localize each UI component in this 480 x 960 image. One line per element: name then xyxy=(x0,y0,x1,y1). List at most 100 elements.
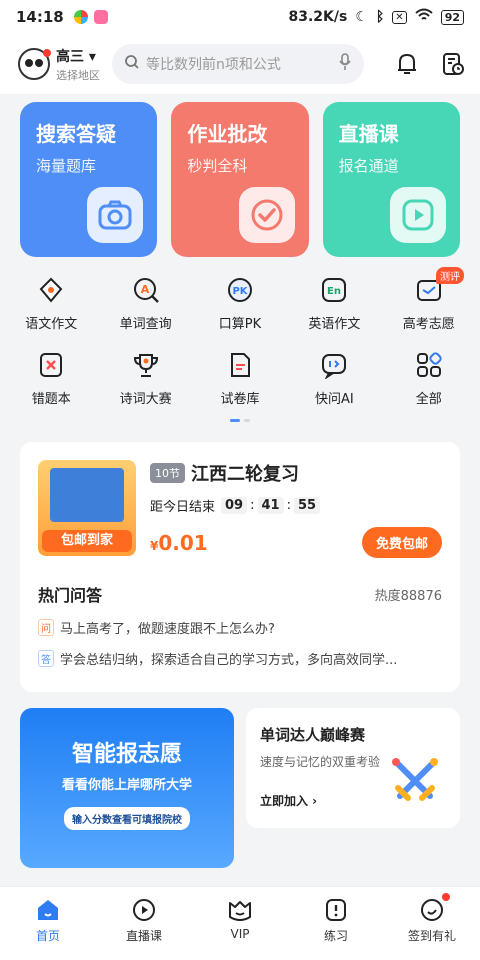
grid-label: 全部 xyxy=(415,392,442,407)
grid-item-quick-ai[interactable]: 快问AI xyxy=(287,348,381,407)
tab-label: 签到有礼 xyxy=(407,929,456,943)
avatar-panda-icon[interactable] xyxy=(18,48,51,80)
search-input[interactable]: 等比数列前n项和公式 xyxy=(112,44,364,84)
search-answer-card[interactable]: 搜索答疑 海量题库 xyxy=(20,102,158,257)
word-search-icon: A xyxy=(129,273,163,307)
live-icon xyxy=(133,899,155,921)
card-title: 直播课 xyxy=(338,122,399,146)
course-title: 江西二轮复习 xyxy=(191,464,299,485)
gift-notification-icon xyxy=(93,10,108,24)
tab-label: 直播课 xyxy=(125,929,162,943)
grid-item-poetry-contest[interactable]: 诗词大赛 xyxy=(98,348,192,407)
free-shipping-label: 包邮到家 xyxy=(42,530,132,552)
svg-text:A: A xyxy=(140,283,149,296)
grid-label: 快问AI xyxy=(315,392,354,407)
countdown-seconds: 55 xyxy=(293,497,321,514)
card-title: 搜索答疑 xyxy=(36,122,116,146)
tab-vip[interactable]: VIP xyxy=(192,887,288,960)
qa-question[interactable]: 问 马上高考了，做题速度跟不上怎么办? xyxy=(38,618,442,637)
svg-text:En: En xyxy=(327,286,341,297)
homework-check-card[interactable]: 作业批改 秒判全科 xyxy=(171,102,309,257)
tab-live[interactable]: 直播课 xyxy=(96,887,192,960)
card-subtitle: 海量题库 xyxy=(36,157,97,175)
answer-text: 学会总结归纳，探索适合自己的学习方式，多向高效同学... xyxy=(60,653,398,668)
ai-chat-icon xyxy=(317,348,351,382)
course-cover-image: 包邮到家 xyxy=(38,460,136,556)
camera-icon xyxy=(87,187,144,243)
grade-selector[interactable]: 高三 ▾ 选择地区 xyxy=(56,46,100,83)
grid-label: 错题本 xyxy=(31,392,71,407)
vip-icon xyxy=(229,901,251,921)
trophy-icon xyxy=(129,348,163,382)
banner-title: 智能报志愿 xyxy=(71,742,182,767)
pk-icon: PK xyxy=(223,273,257,307)
grid-item-chinese-essay[interactable]: 语文作文 xyxy=(4,273,98,332)
tab-label: VIP xyxy=(230,927,250,941)
course-price: ¥0.01 xyxy=(150,531,208,555)
free-shipping-button[interactable]: 免费包邮 xyxy=(361,527,442,558)
heat-value: 热度88876 xyxy=(374,588,442,604)
play-icon xyxy=(389,187,446,243)
course-promo[interactable]: 包邮到家 10节 江西二轮复习 距今日结束 09: 41: 55 ¥0.01 免… xyxy=(38,460,442,558)
live-class-card[interactable]: 直播课 报名通道 xyxy=(322,102,460,257)
college-application-banner[interactable]: 智能报志愿 看看你能上岸哪所大学 输入分数查看可填报院校 xyxy=(20,708,234,868)
search-icon xyxy=(124,54,140,74)
network-speed: 83.2K/s xyxy=(288,9,348,25)
bottom-tab-bar: 首页 直播课 VIP 练习 签到有礼 xyxy=(0,886,480,960)
app-notification-icon xyxy=(73,10,88,24)
grid-label: 语文作文 xyxy=(25,317,78,332)
home-icon xyxy=(38,900,58,920)
bell-icon[interactable] xyxy=(394,51,420,77)
grid-item-mental-math[interactable]: PK 口算PK xyxy=(193,273,287,332)
countdown-minutes: 41 xyxy=(257,497,284,514)
check-icon xyxy=(238,187,295,243)
tab-label: 首页 xyxy=(35,929,60,943)
crossed-swords-icon xyxy=(388,754,442,812)
answer-tag: 答 xyxy=(38,650,54,667)
tab-practice[interactable]: 练习 xyxy=(288,887,384,960)
region-hint: 选择地区 xyxy=(56,68,100,82)
question-text: 马上高考了，做题速度跟不上怎么办? xyxy=(60,622,275,637)
battery-indicator: 92 xyxy=(440,9,464,25)
history-icon[interactable] xyxy=(440,51,466,77)
feature-grid: 语文作文 A 单词查询 PK 口算PK En 英语作文 测评 高考志愿 错题本 … xyxy=(0,257,480,407)
grid-label: 高考志愿 xyxy=(402,317,455,332)
grid-label: 口算PK xyxy=(218,317,262,332)
contest-title: 单词达人巅峰赛 xyxy=(260,726,366,744)
countdown: 距今日结束 09: 41: 55 xyxy=(150,496,442,515)
all-grid-icon xyxy=(412,348,446,382)
promo-card: 包邮到家 10节 江西二轮复习 距今日结束 09: 41: 55 ¥0.01 免… xyxy=(20,442,460,692)
tab-checkin[interactable]: 签到有礼 xyxy=(384,887,480,960)
caret-down-icon: ▾ xyxy=(88,48,96,65)
top-header: 高三 ▾ 选择地区 等比数列前n项和公式 xyxy=(0,34,480,94)
card-subtitle: 报名通道 xyxy=(338,157,399,175)
tab-home[interactable]: 首页 xyxy=(0,887,96,960)
tab-label: 练习 xyxy=(323,929,348,943)
word-contest-card[interactable]: 单词达人巅峰赛 速度与记忆的双重考验 立即加入 › xyxy=(246,708,460,828)
grid-item-all[interactable]: 全部 xyxy=(382,348,476,407)
pen-nib-icon xyxy=(34,273,68,307)
wrong-book-icon xyxy=(34,348,68,382)
grid-item-exam-papers[interactable]: 试卷库 xyxy=(193,348,287,407)
grid-item-word-lookup[interactable]: A 单词查询 xyxy=(98,273,192,332)
bluetooth-icon: ᛒ xyxy=(375,9,385,25)
english-icon: En xyxy=(317,273,351,307)
practice-icon xyxy=(326,899,346,921)
checkin-dot xyxy=(442,893,450,901)
wifi-icon xyxy=(415,8,433,26)
sim-off-icon: ✕ xyxy=(392,10,407,24)
hot-qa-title: 热门问答 xyxy=(38,586,103,605)
search-placeholder: 等比数列前n项和公式 xyxy=(146,57,281,73)
microphone-icon[interactable] xyxy=(338,53,352,75)
countdown-hours: 09 xyxy=(221,497,248,514)
countdown-label: 距今日结束 xyxy=(150,500,216,515)
grid-item-mistake-book[interactable]: 错题本 xyxy=(4,348,98,407)
grid-item-english-essay[interactable]: En 英语作文 xyxy=(287,273,381,332)
page-indicator xyxy=(0,419,480,422)
grid-label: 英语作文 xyxy=(308,317,361,332)
grid-item-college-application[interactable]: 测评 高考志愿 xyxy=(382,267,476,332)
grade-label: 高三 xyxy=(56,48,84,65)
svg-text:PK: PK xyxy=(232,286,248,297)
status-time: 14:18 xyxy=(16,8,64,26)
qa-answer[interactable]: 答 学会总结归纳，探索适合自己的学习方式，多向高效同学... xyxy=(38,649,442,668)
